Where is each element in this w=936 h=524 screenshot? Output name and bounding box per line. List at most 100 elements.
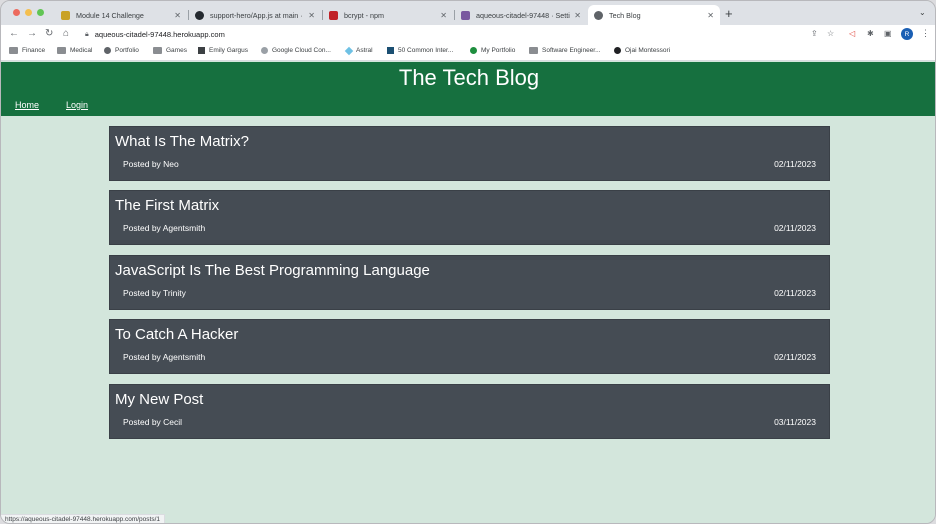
bookmark-software-engineer[interactable]: Software Engineer... [529,47,601,54]
tab-heroku[interactable]: aqueous-citadel-97448 · Setti ✕ [455,5,587,25]
post-date: 02/11/2023 [774,288,816,298]
bookmark-label: Emily Gargus [209,47,249,54]
bookmark-google-cloud[interactable]: Google Cloud Con... [261,47,331,54]
diamond-icon [344,46,354,55]
close-icon[interactable]: ✕ [308,11,315,20]
bookmark-label: Software Engineer... [542,47,601,54]
tab-strip: Module 14 Challenge ✕ support-hero/App.j… [1,1,935,25]
bookmark-my-portfolio[interactable]: My Portfolio [470,47,515,54]
bookmark-label: Ojai Montessori [625,47,671,54]
globe-icon [594,10,603,20]
close-icon[interactable]: ✕ [707,11,714,20]
bookmark-star-icon[interactable]: ☆ [827,29,834,39]
github-icon [195,10,204,20]
post-author: Posted by Trinity [123,288,186,298]
bookmark-games[interactable]: Games [153,47,187,54]
post-card[interactable]: The First Matrix Posted by Agentsmith 02… [109,190,830,245]
nav-home-link[interactable]: Home [15,100,39,110]
bookmark-ojai-montessori[interactable]: Ojai Montessori [614,47,670,54]
tab-bcrypt[interactable]: bcrypt - npm ✕ [323,5,453,25]
tab-module-14[interactable]: Module 14 Challenge ✕ [55,5,187,25]
back-icon[interactable]: ← [9,28,19,40]
tab-label: Module 14 Challenge [76,10,144,20]
extension-icon[interactable]: ◁ [849,29,855,39]
menu-kebab-icon[interactable]: ⋮ [921,28,930,39]
bookmark-label: 50 Common Inter... [398,47,454,54]
post-card[interactable]: JavaScript Is The Best Programming Langu… [109,255,830,310]
close-icon[interactable]: ✕ [174,11,181,20]
bookmark-emily-gargus[interactable]: Emily Gargus [198,47,248,54]
heroku-icon [461,10,470,20]
link-status-bar: https://aqueous-citadel-97448.herokuapp.… [1,514,166,523]
close-window-button[interactable] [13,9,20,16]
bookmark-label: Medical [70,47,93,54]
bookmark-label: Google Cloud Con... [272,47,331,54]
bookmark-astral[interactable]: Astral [344,46,373,55]
tab-label: Tech Blog [609,10,641,20]
bookmark-label: My Portfolio [481,47,516,54]
profile-avatar[interactable]: R [901,28,913,40]
post-title[interactable]: What Is The Matrix? [115,133,249,151]
post-date: 02/11/2023 [774,159,816,169]
post-card[interactable]: My New Post Posted by Cecil 03/11/2023 [109,384,830,439]
module-favicon-icon [61,10,70,20]
browser-toolbar: ← → ↻ ⌂ 🔒︎ aqueous-citadel-97448.herokua… [1,25,935,44]
tab-tech-blog[interactable]: Tech Blog ✕ [588,5,720,25]
post-date: 02/11/2023 [774,352,816,362]
post-date: 03/11/2023 [774,417,816,427]
page-content: The Tech Blog Home Login What Is The Mat… [1,62,935,523]
minimize-window-button[interactable] [25,9,32,16]
folder-icon [9,47,18,54]
bookmark-medical[interactable]: Medical [57,47,92,54]
post-title[interactable]: JavaScript Is The Best Programming Langu… [115,262,430,280]
globe-icon [104,47,111,54]
extensions-puzzle-icon[interactable]: ✱ [867,29,874,39]
reload-icon[interactable]: ↻ [45,28,53,40]
bookmark-label: Finance [22,47,46,54]
folder-icon [529,47,538,54]
new-tab-button[interactable]: + [725,7,733,21]
post-author: Posted by Agentsmith [123,223,206,233]
post-card[interactable]: To Catch A Hacker Posted by Agentsmith 0… [109,319,830,374]
post-title[interactable]: The First Matrix [115,197,219,215]
bookmark-50-common[interactable]: 50 Common Inter... [387,47,453,54]
tab-github[interactable]: support-hero/App.js at main · ✕ [189,5,321,25]
address-bar[interactable]: 🔒︎ aqueous-citadel-97448.herokuapp.com [61,27,841,42]
browser-window: Module 14 Challenge ✕ support-hero/App.j… [0,0,936,524]
url-text: aqueous-citadel-97448.herokuapp.com [94,30,225,39]
bookmark-label: Astral [356,47,373,54]
bookmark-portfolio[interactable]: Portfolio [104,47,139,54]
post-author: Posted by Agentsmith [123,352,206,362]
chevron-down-icon[interactable]: ⌄ [919,8,926,17]
post-title[interactable]: To Catch A Hacker [115,326,238,344]
site-title: The Tech Blog [398,65,540,90]
maximize-window-button[interactable] [37,9,44,16]
post-author: Posted by Cecil [123,417,183,427]
bookmark-label: Portfolio [115,47,139,54]
green-circle-icon [470,47,477,54]
post-date: 02/11/2023 [774,223,816,233]
share-icon[interactable]: ⇪ [811,29,818,39]
tab-label: bcrypt - npm [344,10,384,20]
npm-icon [329,10,338,20]
close-icon[interactable]: ✕ [574,11,581,20]
post-title[interactable]: My New Post [115,391,203,409]
side-panel-icon[interactable]: ▣ [884,29,892,39]
cube-icon [198,47,205,54]
montessori-icon [614,47,621,54]
chart-icon [387,47,394,54]
bookmark-label: Games [166,47,187,54]
bookmarks-bar: Finance Medical Portfolio Games Emily Ga… [1,44,935,61]
nav-login-link[interactable]: Login [66,100,88,110]
folder-icon [57,47,66,54]
post-author: Posted by Neo [123,159,179,169]
tab-label: support-hero/App.js at main · [210,10,303,20]
bookmark-finance[interactable]: Finance [9,47,45,54]
gear-icon [261,47,268,54]
folder-icon [153,47,162,54]
close-icon[interactable]: ✕ [440,11,447,20]
lock-icon: 🔒︎ [85,30,89,38]
post-card[interactable]: What Is The Matrix? Posted by Neo 02/11/… [109,126,830,181]
forward-icon[interactable]: → [27,28,37,40]
site-header: The Tech Blog Home Login [1,62,935,116]
